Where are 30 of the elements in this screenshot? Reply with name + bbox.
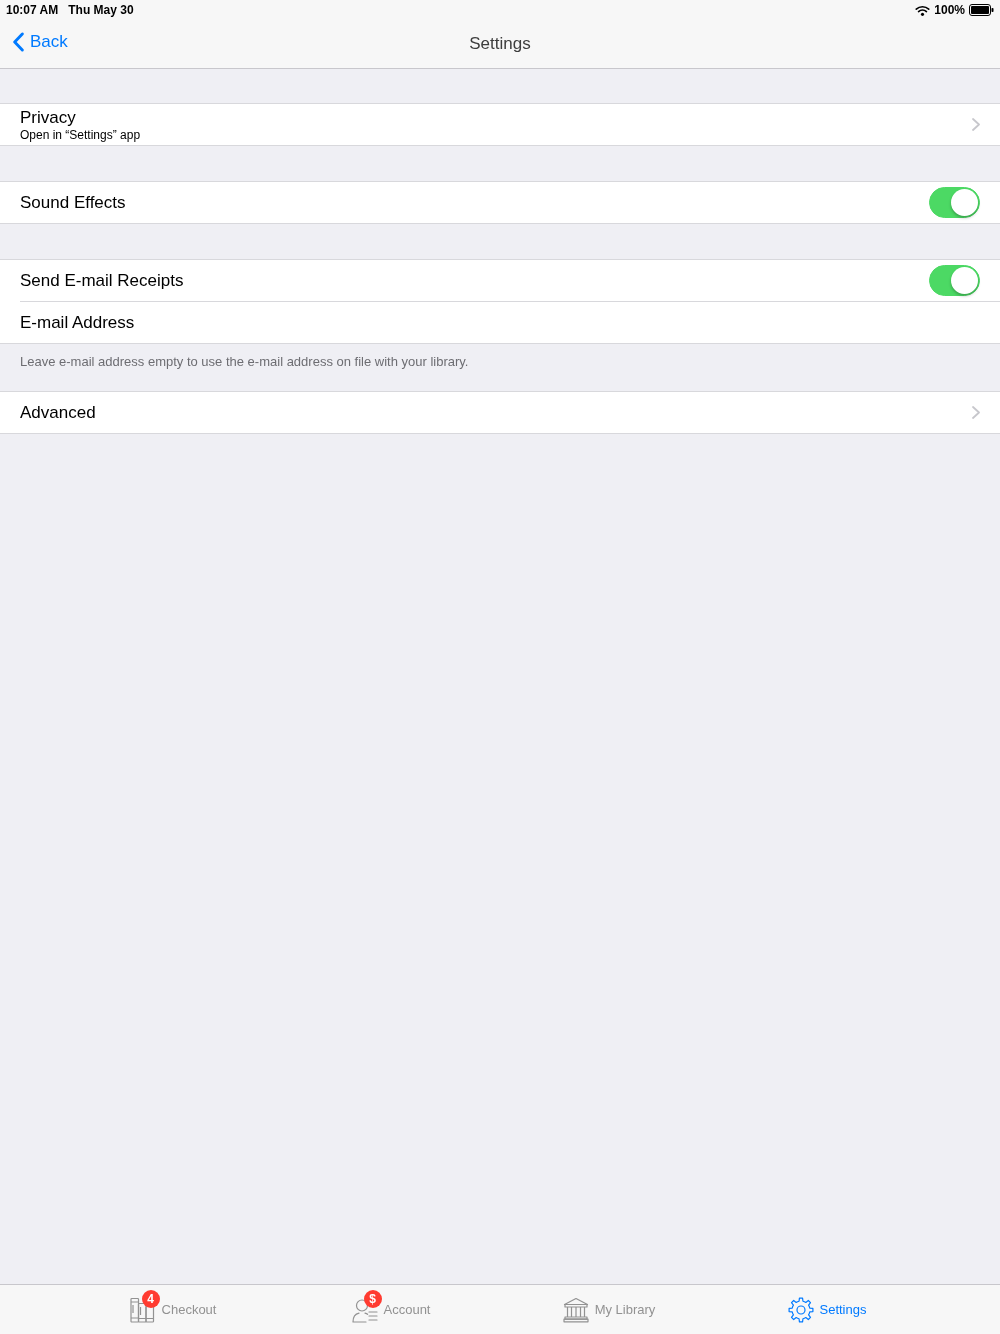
wifi-icon xyxy=(915,4,931,16)
person-icon xyxy=(351,1296,378,1323)
row-label: Privacy xyxy=(20,107,77,128)
toggle-switch[interactable] xyxy=(929,265,980,296)
library-building-icon xyxy=(562,1296,589,1323)
settings-icon xyxy=(787,1296,814,1323)
status-date: Thu May 30 xyxy=(68,3,134,17)
chevron-right-icon xyxy=(972,118,980,131)
row-label: E-mail Address xyxy=(20,312,135,333)
row-label: Advanced xyxy=(20,402,96,423)
status-time: 10:07 AM xyxy=(6,3,59,17)
tab-item[interactable]: My Library xyxy=(562,1296,656,1323)
toggle-switch[interactable] xyxy=(929,187,980,218)
battery-percent: 100% xyxy=(934,3,965,17)
row-subtitle: Open in “Settings” app xyxy=(20,127,141,142)
chevron-left-icon xyxy=(12,32,25,52)
chevron-right-icon xyxy=(972,406,980,419)
settings-row[interactable]: Advanced xyxy=(0,392,1000,433)
row-label: Send E-mail Receipts xyxy=(20,270,184,291)
nav-title: Settings xyxy=(469,34,531,54)
tab-item[interactable]: Settings xyxy=(787,1296,867,1323)
books-icon xyxy=(129,1296,156,1323)
tab-badge: $ xyxy=(363,1289,382,1308)
section-footer-text: Leave e-mail address empty to use the e-mail address on file with your library. xyxy=(20,354,469,369)
tab-badge: 4 xyxy=(141,1289,160,1308)
settings-row[interactable]: E-mail Address xyxy=(0,302,1000,343)
settings-row[interactable]: Privacy Open in “Settings” app xyxy=(0,104,1000,145)
row-label: Sound Effects xyxy=(20,192,126,213)
battery-icon xyxy=(969,4,994,16)
back-button[interactable]: Back xyxy=(12,32,68,52)
